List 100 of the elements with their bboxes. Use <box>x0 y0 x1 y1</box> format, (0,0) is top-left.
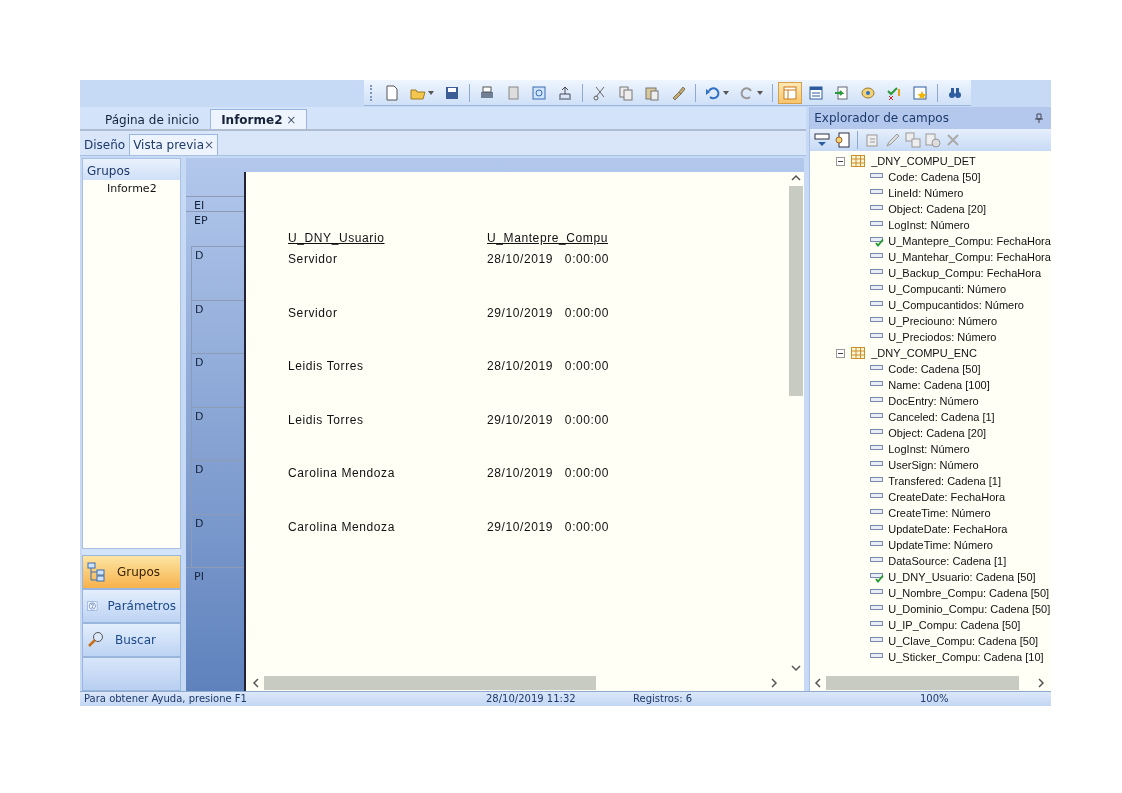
scroll-left-icon <box>252 677 260 688</box>
tree-item[interactable]: UserSign: Número <box>888 459 979 471</box>
report-cell-text: Servidor <box>288 252 339 267</box>
page-icon <box>505 84 521 101</box>
tree-item[interactable]: Informe2 <box>83 180 180 195</box>
nav-button[interactable]: Grupos <box>82 555 181 589</box>
star-window-icon <box>912 84 928 101</box>
tree-item[interactable]: Code: Cadena [50] <box>888 363 981 375</box>
scroll-up-icon <box>790 174 801 182</box>
status-text: 28/10/2019 11:32 <box>486 693 576 704</box>
copy-icon[interactable] <box>905 132 922 148</box>
pin-icon[interactable] <box>1035 113 1043 123</box>
band-label: D <box>195 249 204 262</box>
collapse-icon[interactable] <box>836 348 846 358</box>
tree-item[interactable]: Object: Cadena [20] <box>888 427 987 439</box>
export-icon <box>557 84 573 101</box>
printer-icon <box>479 84 495 101</box>
collapse-icon[interactable] <box>836 156 846 166</box>
panel-header: Grupos <box>83 159 180 180</box>
report-cell-text: Leidis Torres <box>288 412 365 428</box>
tree-item[interactable]: U_Mantepre_Compu: FechaHora <box>888 235 1051 247</box>
check-icon <box>886 84 902 101</box>
tree-item[interactable]: _DNY_COMPU_DET <box>871 155 976 167</box>
report-cell-text: Carolina Mendoza <box>288 519 396 535</box>
report-cell-text: 28/10/2019 0:00:00 <box>487 466 611 481</box>
tree-item[interactable]: UpdateDate: FechaHora <box>888 523 1008 535</box>
status-text: Para obtener Ayuda, presione F1 <box>84 693 247 704</box>
tree-item[interactable]: U_DNY_Usuario: Cadena [50] <box>888 571 1036 583</box>
band-label: PI <box>194 570 204 583</box>
tree-item[interactable]: U_IP_Compu: Cadena [50] <box>888 619 1021 631</box>
move-icon[interactable] <box>925 132 942 148</box>
band-label: D <box>195 516 204 530</box>
status-text: Registros: 6 <box>633 693 693 704</box>
band-label: D <box>195 356 204 369</box>
band-label: EP <box>194 214 208 227</box>
tree-item[interactable]: CreateDate: FechaHora <box>888 491 1006 503</box>
save-icon <box>444 84 460 101</box>
preview-icon <box>531 84 547 101</box>
tree-item[interactable]: LineId: Número <box>888 187 964 199</box>
tree-item[interactable]: Code: Cadena [50] <box>888 171 981 183</box>
copy-icon <box>618 84 634 101</box>
tree-item[interactable]: CreateTime: Número <box>888 507 991 519</box>
scroll-down-icon <box>790 664 801 672</box>
tree-icon <box>87 562 107 582</box>
column-heading: U_Mantepre_Compu <box>487 231 609 246</box>
tree-item[interactable]: U_Mantehar_Compu: FechaHora <box>888 251 1051 263</box>
tree-item[interactable]: U_Clave_Compu: Cadena [50] <box>888 635 1039 647</box>
paste-icon <box>644 84 660 101</box>
tree-item[interactable]: U_Backup_Compu: FechaHora <box>888 267 1042 279</box>
tree-item[interactable]: U_Nombre_Compu: Cadena [50] <box>888 587 1050 599</box>
tree-item[interactable]: U_Compucanti: Número <box>888 283 1007 295</box>
report-cell-text: Carolina Mendoza <box>288 466 396 481</box>
tree-item[interactable]: Transfered: Cadena [1] <box>888 475 1001 487</box>
scroll-left-icon <box>814 677 823 688</box>
import-icon <box>834 84 850 101</box>
table-icon <box>851 155 866 167</box>
nav-button[interactable]: Buscar <box>82 623 181 657</box>
nav-button[interactable]: Parámetros <box>82 589 181 623</box>
tree-item[interactable]: DataSource: Cadena [1] <box>888 555 1007 567</box>
tree-item[interactable]: Name: Cadena [100] <box>888 379 990 391</box>
tree-item[interactable]: U_Dominio_Compu: Cadena [50] <box>888 603 1051 615</box>
tree-item[interactable]: _DNY_COMPU_ENC <box>871 347 977 359</box>
table-icon <box>851 347 866 359</box>
caret-icon <box>428 90 434 95</box>
document-tab[interactable]: Informe2 × <box>210 109 308 129</box>
tree-item[interactable]: Object: Cadena [20] <box>888 203 987 215</box>
scroll-right-icon <box>1037 677 1045 688</box>
redo-icon <box>739 84 755 101</box>
band-label: D <box>195 463 204 476</box>
report-cell-text: 28/10/2019 0:00:00 <box>487 252 611 267</box>
tree-item[interactable]: U_Preciodos: Número <box>888 331 997 343</box>
tree-item[interactable]: DocEntry: Número <box>888 395 979 407</box>
dropdown-icon[interactable] <box>814 132 831 148</box>
search-icon <box>87 631 105 649</box>
band-label: EI <box>194 199 205 212</box>
report-cell-text: 28/10/2019 0:00:00 <box>487 359 611 374</box>
band-label: D <box>195 302 204 316</box>
caret-icon <box>757 90 763 95</box>
report-cell-text: 29/10/2019 0:00:00 <box>487 305 611 321</box>
tree-item[interactable]: UpdateTime: Número <box>888 539 993 551</box>
scroll-right-icon <box>770 677 779 688</box>
delete-icon[interactable] <box>945 132 962 148</box>
band-label: D <box>195 409 204 423</box>
new-document-icon <box>384 84 400 101</box>
tree-item[interactable]: LogInst: Número <box>888 443 970 455</box>
list-window-icon <box>808 84 824 101</box>
view-tab[interactable]: Diseño <box>80 134 130 155</box>
tree-item[interactable]: U_Preciouno: Número <box>888 315 998 327</box>
zoom-level: 100% <box>920 693 949 704</box>
tree-item[interactable]: LogInst: Número <box>888 219 970 231</box>
view-tab[interactable]: Vista previa× <box>129 134 219 155</box>
report-cell-text: Leidis Torres <box>288 359 365 374</box>
tree-item[interactable]: U_Sticker_Compu: Cadena [10] <box>888 651 1044 663</box>
layout-icon <box>782 84 798 101</box>
find-document-icon[interactable] <box>834 132 851 148</box>
brush-icon <box>670 84 686 101</box>
tree-item[interactable]: U_Compucantidos: Número <box>888 299 1024 311</box>
report-cell-text: 29/10/2019 0:00:00 <box>487 519 611 535</box>
tree-item[interactable]: Canceled: Cadena [1] <box>888 411 995 423</box>
pencil-icon[interactable] <box>885 132 902 148</box>
